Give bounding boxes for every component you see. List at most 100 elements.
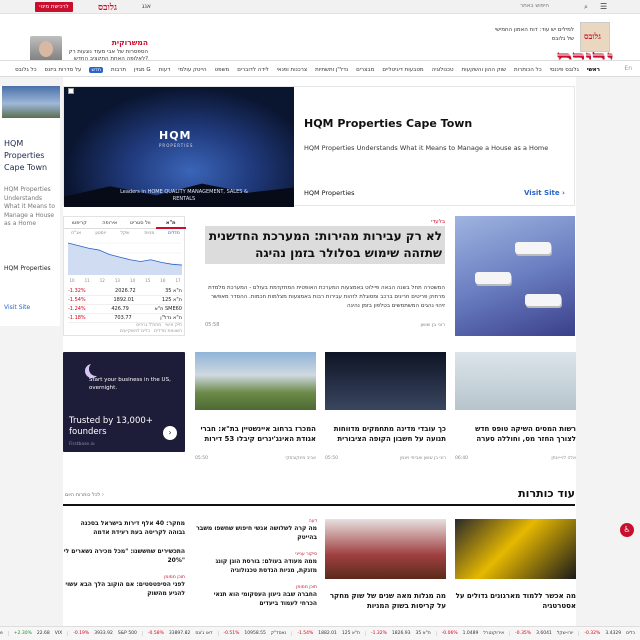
ad-brand[interactable]: HQM Properties: [4, 265, 51, 272]
story-author[interactable]: רוני בן שושן: [420, 322, 445, 328]
list-item[interactable]: תוכן ממומן החברה שבה ניעון העסקומי הוא תנ…: [195, 585, 317, 608]
globes-logo[interactable]: גלובס: [265, 20, 640, 74]
market-row[interactable]: ת"א 125 1892.01 -1.54%: [68, 296, 182, 305]
ticker-item[interactable]: VIX 22.68 +2.30%: [7, 631, 67, 636]
accessibility-icon[interactable]: ♿: [620, 523, 634, 537]
story-title[interactable]: רשות המסים השיקה טופס חדש לצורך החזר מס,…: [455, 424, 576, 444]
feature-title[interactable]: מה אכשר ללמוד מארגונים גדולים על אסטרטגי…: [455, 591, 576, 611]
list-item[interactable]: מחקר: 40 אלף דירות בישראל בסכנה גבוהה לק…: [63, 519, 185, 537]
more-headlines-title: עוד כותרות: [518, 487, 575, 500]
market-footer-link[interactable]: השוואת מדדים: [154, 329, 182, 334]
ticker-item[interactable]: Apple148.94-1.36%: [0, 631, 8, 636]
nav-item[interactable]: חדש: [89, 66, 104, 73]
ticker-item[interactable]: S&P 500 3933.92 -0.19%: [67, 631, 142, 636]
subscribe-button[interactable]: לרכישת מינוי: [35, 2, 73, 12]
feature-story[interactable]: מה אכשר ללמוד מארגונים גדולים על אסטרטגי…: [455, 519, 576, 611]
story-card[interactable]: רשות המסים השיקה טופס חדש לצורך החזר מס,…: [455, 352, 576, 467]
ad-title[interactable]: HQM Properties Cape Town: [304, 117, 472, 130]
hamburger-menu-icon[interactable]: ☰: [600, 2, 607, 11]
ad-brand[interactable]: Firstbase.io: [69, 442, 95, 447]
market-subtab[interactable]: אג"ח: [64, 230, 88, 238]
ad-brand[interactable]: HQM Properties: [304, 189, 355, 197]
story-title[interactable]: המכרז ברחוב איינשטיין בת"א: חברי אגודת ה…: [195, 424, 317, 444]
nav-item[interactable]: גלובס פיננסי: [550, 67, 579, 73]
list-item[interactable]: התכשירים שחששנו: "מכל מכירה נשארים לי 20…: [63, 547, 185, 565]
item-headline[interactable]: התכשירים שחששנו: "מכל מכירה נשארים לי 20…: [63, 547, 185, 565]
ad-title[interactable]: HQM Properties Cape Town: [4, 138, 58, 174]
market-tab[interactable]: וול סטריט: [125, 217, 156, 229]
ticker-item[interactable]: כלים 3.4329 -0.32%: [578, 631, 640, 636]
feature-story[interactable]: מה מגלות מאה שנים של שוק מחקר על קריסות …: [325, 519, 446, 611]
promo-trust-report[interactable]: גלובס למילים יש עוד: דוח האמון החמישי של…: [488, 22, 610, 54]
nav-item[interactable]: דעות: [159, 67, 171, 73]
ticker-item[interactable]: דאו ג'ונס 33897.82 -0.58%: [141, 631, 218, 636]
index-value: 426.79: [111, 306, 129, 312]
left-side-ad[interactable]: HQM Properties Cape Town HQM Properties …: [0, 86, 60, 326]
nav-item[interactable]: מבצרים: [356, 67, 374, 73]
nav-item[interactable]: לידה לדוברים: [237, 67, 269, 73]
nav-item[interactable]: ראשי: [587, 67, 600, 73]
nav-item[interactable]: נדל"ן ותשתיות: [315, 67, 348, 73]
list-item[interactable]: תוכן ממומן לפני הסיפטסטים: אם הוקוב הלך ה…: [63, 575, 185, 598]
ticker-item[interactable]: יורו-שקל 3.6041 -0.35%: [509, 631, 578, 636]
english-site-link[interactable]: En: [624, 65, 632, 72]
market-subtab[interactable]: יוסטון: [88, 230, 112, 238]
market-subtab[interactable]: מדדים: [162, 230, 186, 238]
promo-title[interactable]: המשרוקית: [66, 38, 148, 47]
nav-item[interactable]: שוק ההון והשקעות: [462, 67, 506, 73]
right-rail: [576, 77, 640, 640]
ticker-item[interactable]: אירוקנטרל 1.0489 -0.06%: [435, 631, 509, 636]
ticker-item[interactable]: נאסד"ק 10958.55 -0.51%: [217, 631, 292, 636]
list-item[interactable]: סיקור ענייני ממה מעודה בעולם: בורסת הוגן …: [195, 552, 317, 575]
nav-item[interactable]: מטבעות דיגיטליים: [382, 67, 423, 73]
feature-title[interactable]: מה מגלות מאה שנים של שוק מחקר על קריסות …: [325, 591, 446, 611]
story-title[interactable]: כך עובדי מדינה מתחמקים מדווחות תנועה על …: [325, 424, 446, 444]
nav-item[interactable]: כל גלובס: [15, 67, 36, 73]
story-card[interactable]: המכרז ברחוב איינשטיין בת"א: חברי אגודת ה…: [195, 352, 316, 467]
nav-item[interactable]: מגזין G: [134, 67, 151, 73]
market-tab[interactable]: ת"א: [155, 217, 186, 229]
story-image: [455, 352, 576, 410]
language-selector[interactable]: אנג: [142, 3, 151, 10]
nav-item[interactable]: כל הכותרות: [514, 67, 542, 73]
arrow-button[interactable]: ›: [163, 426, 177, 440]
market-subtab[interactable]: מניות: [137, 230, 161, 238]
firstbase-ad[interactable]: Start your business in the US, overnight…: [63, 352, 185, 452]
ad-visit-link[interactable]: Visit Site: [4, 304, 30, 311]
nav-item[interactable]: הייטק עולמי: [178, 67, 206, 73]
market-footer-link[interactable]: תיק אישי: [165, 323, 182, 328]
ad-choices-icon[interactable]: [68, 88, 74, 94]
item-headline[interactable]: החברה שבה ניעון העסקומי הוא תנאי הכרחי ל…: [195, 590, 317, 608]
globes-small-logo[interactable]: גלובס: [98, 2, 117, 13]
nav-item[interactable]: תרבות: [111, 67, 126, 73]
story-card[interactable]: כך עובדי מדינה מתחמקים מדווחות תנועה על …: [325, 352, 446, 467]
market-row[interactable]: ת"א נדל"ן 703.77 -1.18%: [68, 314, 182, 323]
market-footer-link[interactable]: מחולל גרפים: [136, 323, 161, 328]
market-subtab[interactable]: שקל: [113, 230, 137, 238]
market-tab[interactable]: קריפטו: [64, 217, 95, 229]
banner-ad[interactable]: HQM PROPERTIES Leaders in HOME QUALITY M…: [63, 86, 575, 207]
ticker-value: 1882.01: [318, 631, 337, 636]
item-headline[interactable]: מה קרה לשלושה אנשי חיפוש שחשפו משבר בהיי…: [195, 524, 317, 542]
market-row[interactable]: ת"א SME60 426.79 -1.24%: [68, 305, 182, 314]
market-footer-link[interactable]: כלים למשקיעים: [120, 329, 150, 334]
all-headlines-link[interactable]: לכל כותרות היום ›: [65, 492, 104, 498]
nav-item[interactable]: משפט: [215, 67, 230, 73]
ticker-item[interactable]: ת"א 35 1826.93 -1.32%: [364, 631, 436, 636]
search-icon[interactable]: ⌕: [584, 3, 588, 12]
ad-visit-button[interactable]: Visit Site ›: [524, 189, 565, 197]
list-item[interactable]: דעה מה קרה לשלושה אנשי חיפוש שחשפו משבר ב…: [195, 519, 317, 542]
market-row[interactable]: ת"א 35 2026.72 -1.32%: [68, 287, 182, 296]
item-headline[interactable]: מחקר: 40 אלף דירות בישראל בסכנה גבוהה לק…: [63, 519, 185, 537]
story-headline[interactable]: לא רק עבירות מהירות: המערכת החדשנית שתזה…: [205, 226, 445, 264]
item-headline[interactable]: לפני הסיפטסטים: אם הוקוב הלך הבא עשוי לה…: [63, 580, 185, 598]
promo-text[interactable]: למילים יש עוד: דוח האמון החמישי של גלובס: [488, 26, 574, 44]
nav-item[interactable]: טכנולוגיה: [432, 67, 454, 73]
main-story[interactable]: בלעדי לא רק עבירות מהירות: המערכת החדשני…: [195, 216, 575, 336]
nav-item[interactable]: צרכנות ופנאי: [277, 67, 307, 73]
ticker-item[interactable]: ת"א 125 1882.01 -1.54%: [291, 631, 365, 636]
nav-item[interactable]: על סדרות ביזנס: [45, 67, 82, 73]
market-tab[interactable]: אירופה: [94, 217, 125, 229]
item-headline[interactable]: ממה מעודה בעולם: בורסת הוגן קונג מזנקת, …: [195, 557, 317, 575]
search-label[interactable]: חיפוש באתר: [520, 3, 549, 9]
